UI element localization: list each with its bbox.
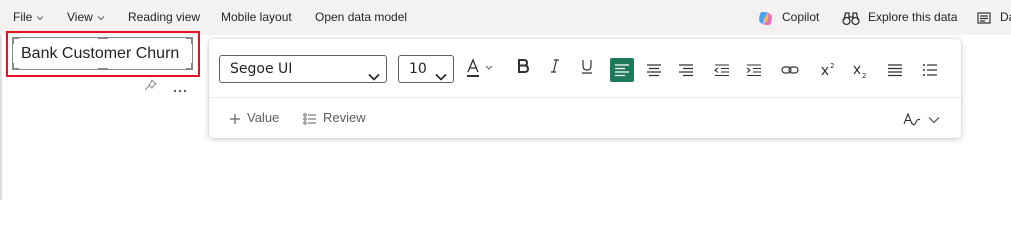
font-color-button[interactable]: [461, 57, 501, 81]
subscript-button[interactable]: 2: [848, 58, 872, 82]
underline-icon: [575, 58, 599, 74]
plus-icon: [229, 110, 247, 125]
view-menu[interactable]: View: [67, 0, 105, 35]
font-size-value: 10: [409, 61, 427, 77]
menu-bar: File View Reading view Mobile layout Ope…: [0, 0, 1011, 35]
font-size-select[interactable]: 10: [398, 55, 454, 83]
bulleted-list-button[interactable]: [883, 58, 907, 82]
explore-label: Explore this data: [868, 10, 958, 24]
resize-handle[interactable]: [191, 63, 193, 70]
underline-button[interactable]: [575, 58, 599, 82]
svg-text:2: 2: [830, 62, 834, 70]
decrease-indent-icon: [710, 58, 734, 82]
bold-icon: [511, 58, 535, 74]
add-value-button[interactable]: Value: [229, 110, 279, 125]
font-color-icon: [461, 57, 501, 79]
link-icon: [778, 58, 802, 82]
chevron-down-icon: [927, 111, 947, 126]
review-button[interactable]: Review: [303, 110, 366, 126]
align-right-icon: [674, 58, 698, 82]
chevron-down-icon: [368, 64, 380, 90]
resize-handle[interactable]: [12, 37, 14, 44]
subscript-icon: 2: [848, 58, 872, 82]
align-left-icon: [610, 58, 634, 82]
dataset-icon: [977, 0, 992, 35]
align-left-button[interactable]: [610, 58, 634, 82]
mobile-layout-button[interactable]: Mobile layout: [221, 0, 292, 35]
decrease-indent-button[interactable]: [710, 58, 734, 82]
resize-handle[interactable]: [98, 37, 108, 39]
reading-view-button[interactable]: Reading view: [128, 0, 200, 35]
align-center-icon: [642, 58, 666, 82]
bullet-list-icon: [883, 58, 907, 82]
more-icon[interactable]: [173, 80, 187, 98]
text-format-toolbar: Segoe UI 10 2 2 Value Review: [209, 39, 961, 138]
resize-handle[interactable]: [191, 37, 193, 44]
open-data-model-button[interactable]: Open data model: [315, 0, 407, 35]
resize-handle[interactable]: [12, 63, 14, 70]
review-label: Review: [323, 110, 366, 125]
binoculars-icon: [842, 0, 860, 35]
bold-button[interactable]: [511, 58, 535, 82]
resize-handle[interactable]: [98, 68, 108, 70]
textbox-content[interactable]: Bank Customer Churn: [21, 45, 179, 63]
spellcheck-icon: [903, 111, 927, 126]
increase-indent-icon: [742, 58, 766, 82]
increase-indent-button[interactable]: [742, 58, 766, 82]
italic-button[interactable]: [543, 58, 567, 82]
review-list-icon: [303, 110, 323, 125]
copilot-label: Copilot: [782, 10, 820, 24]
canvas-edge: [0, 35, 2, 200]
svg-text:2: 2: [862, 72, 866, 80]
toolbar-divider: [209, 97, 961, 98]
font-family-value: Segoe UI: [230, 61, 293, 77]
align-center-button[interactable]: [642, 58, 666, 82]
dataset-label-truncated: Da: [1000, 10, 1011, 24]
superscript-icon: 2: [816, 58, 840, 82]
explore-data-button[interactable]: Explore this data: [842, 0, 957, 35]
view-menu-label: View: [67, 10, 93, 24]
font-family-select[interactable]: Segoe UI: [219, 55, 387, 83]
file-menu-label: File: [13, 10, 33, 24]
add-value-label: Value: [247, 110, 280, 125]
insert-link-button[interactable]: [778, 58, 802, 82]
numbered-list-button[interactable]: [918, 58, 942, 82]
file-menu[interactable]: File: [13, 0, 44, 35]
superscript-button[interactable]: 2: [816, 58, 840, 82]
spellcheck-button[interactable]: [903, 111, 947, 129]
copilot-button[interactable]: Copilot: [757, 0, 819, 35]
chevron-down-icon: [435, 64, 447, 90]
numbered-list-icon: [918, 58, 942, 82]
copilot-icon: [757, 0, 774, 35]
dataset-button[interactable]: Da: [977, 0, 1011, 35]
title-textbox[interactable]: Bank Customer Churn: [12, 37, 193, 70]
align-right-button[interactable]: [674, 58, 698, 82]
italic-icon: [543, 58, 567, 74]
pin-icon[interactable]: [144, 78, 158, 96]
